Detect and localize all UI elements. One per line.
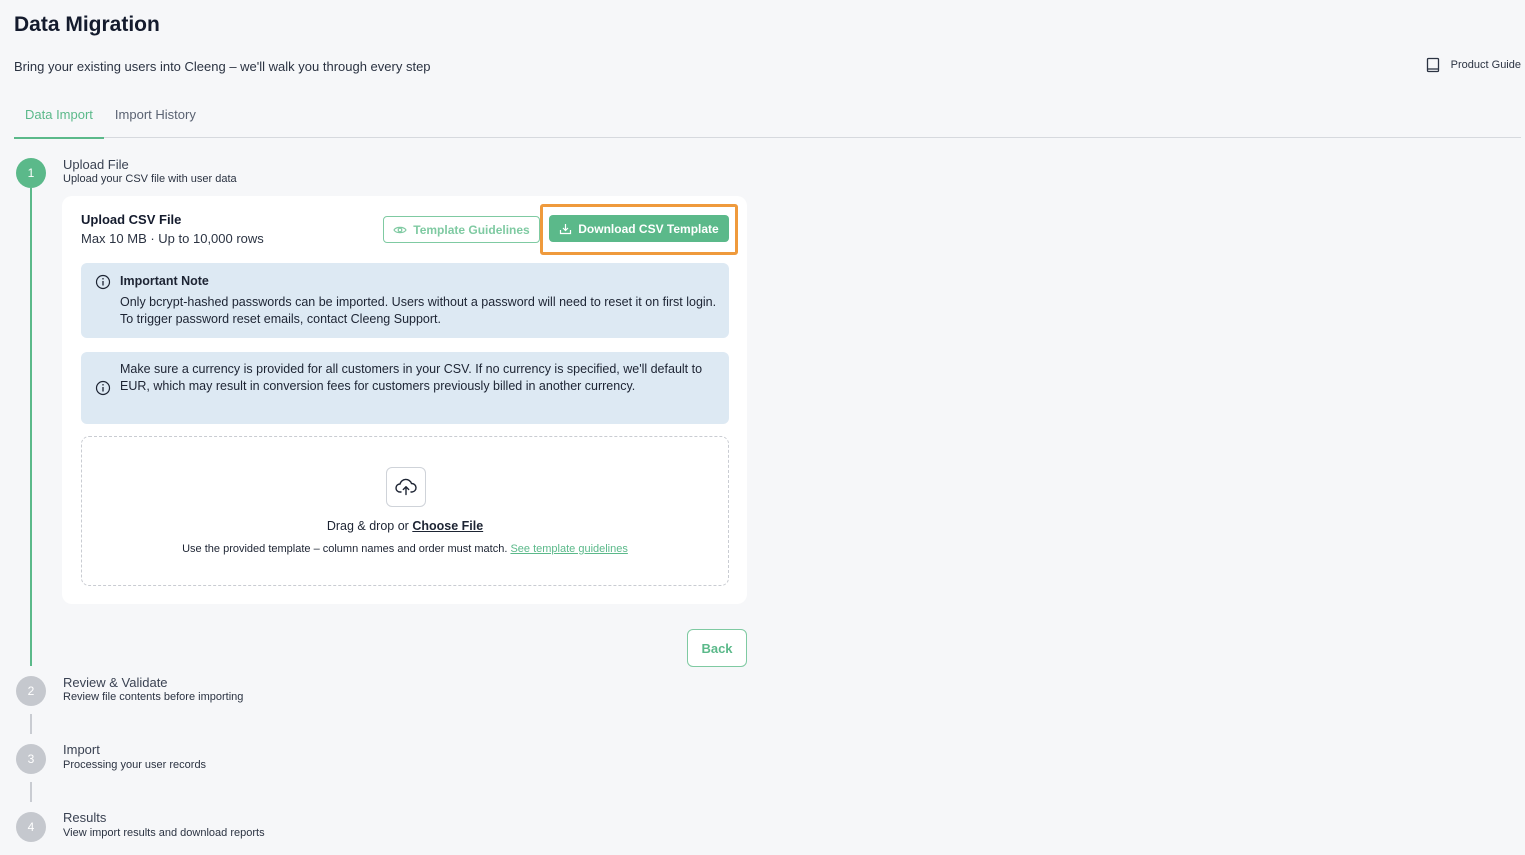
step-1-title: Upload File xyxy=(63,157,129,172)
template-guidelines-label: Template Guidelines xyxy=(413,222,530,237)
template-guidelines-button[interactable]: Template Guidelines xyxy=(383,216,540,243)
upload-card-title: Upload CSV File xyxy=(81,212,182,227)
important-note: Important Note Only bcrypt-hashed passwo… xyxy=(81,263,729,338)
drop-prefix: Drag & drop or xyxy=(326,519,413,533)
step-4-title: Results xyxy=(63,810,107,825)
info-icon xyxy=(95,274,111,290)
page-subtitle: Bring your existing users into Cleeng – … xyxy=(14,59,431,74)
step-2-circle: 2 xyxy=(16,676,46,706)
tab-import-history[interactable]: Import History xyxy=(104,98,207,138)
currency-note: Make sure a currency is provided for all… xyxy=(81,352,729,424)
tab-data-import[interactable]: Data Import xyxy=(14,98,104,139)
file-dropzone[interactable]: Drag & drop or Choose File Use the provi… xyxy=(81,436,729,586)
step-connector xyxy=(30,714,32,734)
page-title: Data Migration xyxy=(14,13,160,36)
currency-note-text: Make sure a currency is provided for all… xyxy=(120,362,703,393)
download-csv-template-button[interactable]: Download CSV Template xyxy=(549,215,729,242)
drop-hint: Use the provided template – column names… xyxy=(82,543,728,555)
upload-limits: Max 10 MB · Up to 10,000 rows xyxy=(81,231,264,246)
upload-button[interactable] xyxy=(386,467,426,507)
download-icon xyxy=(560,223,572,234)
drop-hint-text: Use the provided template – column names… xyxy=(182,543,511,555)
step-1-description: Upload your CSV file with user data xyxy=(63,173,237,185)
download-csv-template-label: Download CSV Template xyxy=(578,221,719,236)
step-3-title: Import xyxy=(63,742,100,757)
step-connector xyxy=(30,782,32,802)
product-guide-label: Product Guide xyxy=(1450,59,1521,71)
upload-card: Upload CSV File Max 10 MB · Up to 10,000… xyxy=(62,196,747,604)
step-2-description: Review file contents before importing xyxy=(63,691,244,703)
step-3-description: Processing your user records xyxy=(63,759,207,771)
book-icon xyxy=(1426,57,1439,73)
step-1-circle: 1 xyxy=(16,158,46,188)
step-connector-active xyxy=(30,188,32,666)
choose-file-link[interactable]: Choose File xyxy=(412,519,483,533)
tab-bar: Data Import Import History xyxy=(14,98,1521,139)
important-note-text: Only bcrypt-hashed passwords can be impo… xyxy=(120,295,717,326)
product-guide-link[interactable]: Product Guide xyxy=(1425,57,1521,73)
important-note-title: Important Note xyxy=(120,274,209,288)
see-template-guidelines-link[interactable]: See template guidelines xyxy=(510,543,627,555)
drop-instructions: Drag & drop or Choose File xyxy=(82,519,728,533)
back-button[interactable]: Back xyxy=(687,629,747,667)
cloud-upload-icon xyxy=(395,478,417,496)
step-4-description: View import results and download reports xyxy=(63,827,265,839)
step-3-circle: 3 xyxy=(16,744,46,774)
step-2-title: Review & Validate xyxy=(63,675,168,690)
info-icon xyxy=(95,380,111,396)
eye-icon xyxy=(393,226,407,233)
step-4-circle: 4 xyxy=(16,812,46,842)
